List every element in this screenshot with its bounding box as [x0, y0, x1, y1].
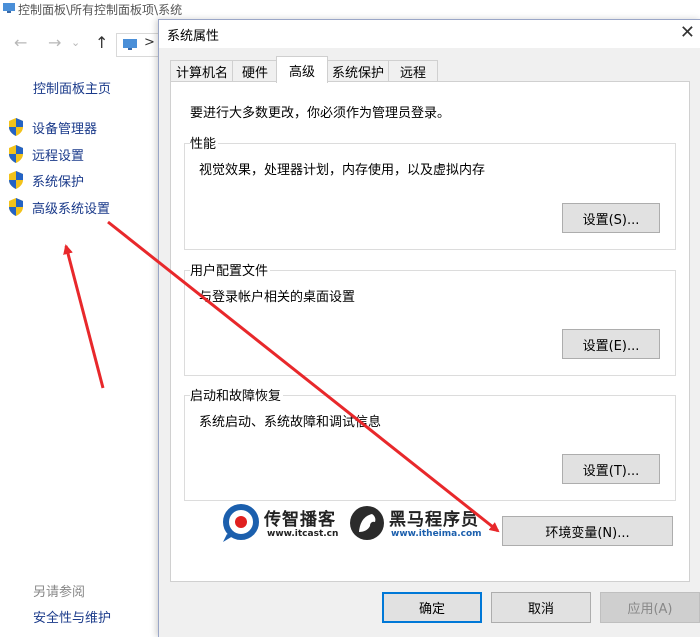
uac-shield-icon: [9, 145, 23, 163]
back-arrow-icon[interactable]: ←: [14, 34, 27, 52]
startup-recovery-group-title: 启动和故障恢复: [190, 385, 284, 404]
uac-shield-icon: [9, 118, 23, 136]
dialog-title: 系统属性: [167, 29, 220, 44]
sidebar-item-system-protection[interactable]: 系统保护: [8, 170, 84, 190]
user-profiles-description: 与登录帐户相关的桌面设置: [199, 290, 356, 305]
performance-settings-button[interactable]: 设置(S)...: [562, 203, 660, 233]
apply-button[interactable]: 应用(A): [600, 592, 700, 623]
up-arrow-icon[interactable]: ↑: [95, 34, 108, 52]
uac-shield-icon: [9, 198, 23, 216]
itcast-logo-icon: [223, 504, 259, 542]
itcast-url: www.itcast.cn: [267, 529, 339, 539]
sidebar-item-label: 设备管理器: [32, 121, 98, 137]
user-profiles-settings-button[interactable]: 设置(E)...: [562, 329, 660, 359]
tab-hardware[interactable]: 硬件: [232, 60, 278, 82]
tab-remote[interactable]: 远程: [388, 60, 438, 82]
admin-note: 要进行大多数更改，你必须作为管理员登录。: [190, 106, 451, 121]
itheima-brand-name: 黑马程序员: [389, 510, 479, 530]
sidebar-item-advanced-system-settings[interactable]: 高级系统设置: [8, 197, 110, 217]
user-profiles-group-title: 用户配置文件: [190, 260, 271, 279]
tab-advanced[interactable]: 高级: [276, 56, 328, 83]
computer-icon: [3, 3, 15, 13]
security-maintenance-link[interactable]: 安全性与维护: [33, 607, 111, 626]
control-panel-titlebar: 控制面板\所有控制面板项\系统: [0, 0, 182, 20]
tab-system-protection[interactable]: 系统保护: [326, 60, 390, 82]
environment-variables-button[interactable]: 环境变量(N)...: [502, 516, 673, 546]
cancel-button[interactable]: 取消: [491, 592, 591, 623]
navigation-bar: ← → ⌄ ↑ >: [0, 30, 161, 58]
close-icon[interactable]: ✕: [680, 22, 695, 43]
computer-icon: [123, 39, 137, 50]
itheima-url: www.itheima.com: [391, 529, 482, 539]
dialog-titlebar: 系统属性 ✕: [159, 20, 700, 48]
itheima-horse-logo-icon: [350, 506, 384, 540]
sidebar-item-label: 系统保护: [32, 174, 85, 190]
uac-shield-icon: [9, 171, 23, 189]
tab-computer-name[interactable]: 计算机名: [170, 60, 234, 82]
ok-button[interactable]: 确定: [382, 592, 482, 623]
sidebar-item-label: 高级系统设置: [32, 201, 111, 217]
forward-arrow-icon[interactable]: →: [48, 34, 61, 52]
window-title: 控制面板\所有控制面板项\系统: [18, 3, 183, 17]
recent-dropdown-icon[interactable]: ⌄: [71, 34, 80, 52]
performance-group-title: 性能: [190, 133, 219, 152]
startup-recovery-description: 系统启动、系统故障和调试信息: [199, 415, 382, 430]
watermark-logos: 传智播客 www.itcast.cn 黑马程序员 www.itheima.com: [221, 500, 501, 546]
address-bar[interactable]: >: [116, 33, 161, 57]
breadcrumb-separator: >: [144, 35, 155, 50]
sidebar-item-remote-settings[interactable]: 远程设置: [8, 144, 84, 164]
sidebar-home-link[interactable]: 控制面板主页: [33, 78, 111, 97]
see-also-heading: 另请参阅: [33, 585, 86, 600]
startup-recovery-settings-button[interactable]: 设置(T)...: [562, 454, 660, 484]
sidebar-item-label: 远程设置: [32, 148, 85, 164]
performance-description: 视觉效果，处理器计划，内存使用，以及虚拟内存: [199, 163, 486, 178]
sidebar-item-device-manager[interactable]: 设备管理器: [8, 117, 97, 137]
itcast-brand-name: 传智播客: [264, 510, 336, 530]
